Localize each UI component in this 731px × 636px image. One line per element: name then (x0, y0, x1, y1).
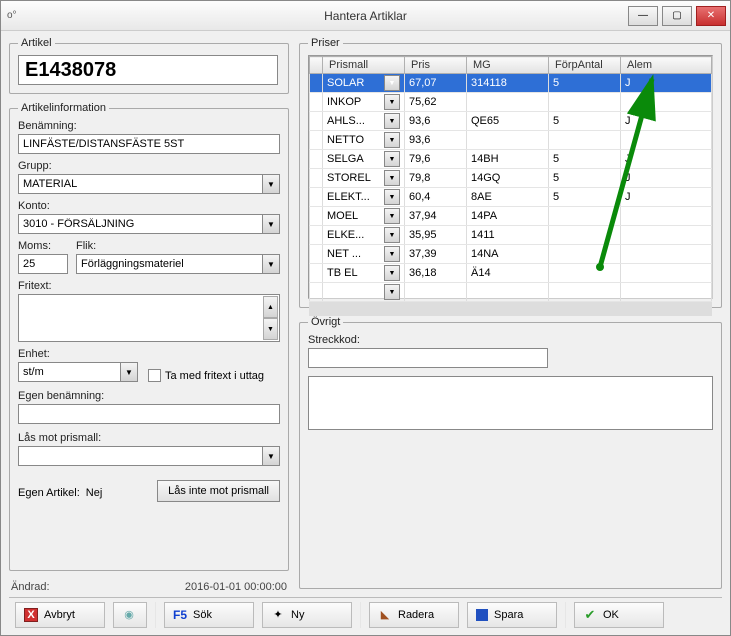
chevron-down-icon[interactable]: ▼ (384, 284, 400, 300)
chevron-down-icon[interactable]: ▼ (262, 215, 279, 233)
flik-combo[interactable]: Förläggningsmateriel ▼ (76, 254, 280, 274)
chevron-down-icon[interactable]: ▼ (384, 227, 400, 243)
benamning-input[interactable]: LINFÄSTE/DISTANSFÄSTE 5ST (18, 134, 280, 154)
ta-med-checkbox[interactable]: Ta med fritext i uttag (148, 369, 264, 382)
table-row[interactable]: ▼ (310, 283, 712, 302)
streckkod-label: Streckkod: (308, 334, 713, 346)
chevron-down-icon[interactable]: ▼ (384, 170, 400, 186)
radera-button[interactable]: ◣ Radera (369, 602, 459, 628)
konto-combo[interactable]: 3010 - FÖRSÄLJNING ▼ (18, 214, 280, 234)
grupp-label: Grupp: (18, 160, 280, 172)
streckkod-input[interactable] (308, 348, 548, 368)
benamning-label: Benämning: (18, 120, 280, 132)
table-row[interactable]: STOREL▼79,814GQ5J (310, 169, 712, 188)
eraser-icon: ◣ (378, 608, 392, 622)
konto-label: Konto: (18, 200, 280, 212)
close-button[interactable]: ✕ (696, 6, 726, 26)
database-icon: ◉ (122, 608, 136, 622)
enhet-combo[interactable]: st/m ▼ (18, 362, 138, 382)
egen-benamning-label: Egen benämning: (18, 390, 280, 402)
artikel-legend: Artikel (18, 37, 55, 49)
spin-down-icon[interactable]: ▼ (263, 318, 278, 340)
new-icon: ✦ (271, 608, 285, 622)
las-label: Lås mot prismall: (18, 432, 280, 444)
egen-artikel-readonly: Egen Artikel: Nej (18, 487, 102, 499)
enhet-label: Enhet: (18, 348, 138, 360)
table-header-row: Prismall Pris MG FörpAntal Alem (310, 57, 712, 74)
table-row[interactable]: MOEL▼37,9414PA (310, 207, 712, 226)
artikelinfo-legend: Artikelinformation (18, 102, 109, 114)
ovrigt-legend: Övrigt (308, 316, 343, 328)
save-icon (476, 609, 488, 621)
table-row[interactable]: SOLAR▼67,073141185J (310, 74, 712, 93)
chevron-down-icon[interactable]: ▼ (262, 447, 279, 465)
table-row[interactable]: AHLS...▼93,6QE655J (310, 112, 712, 131)
artikel-number-input[interactable]: E1438078 (18, 55, 278, 85)
chevron-down-icon[interactable]: ▼ (262, 175, 279, 193)
ovrigt-group: Övrigt Streckkod: (299, 316, 722, 589)
table-row[interactable]: ELKE...▼35,951411 (310, 226, 712, 245)
app-icon: o° (7, 10, 17, 21)
changed-row: Ändrad: 2016-01-01 00:00:00 (9, 579, 289, 597)
las-combo[interactable]: ▼ (18, 446, 280, 466)
maximize-button[interactable]: ▢ (662, 6, 692, 26)
chevron-down-icon[interactable]: ▼ (384, 189, 400, 205)
check-icon: ✔ (583, 608, 597, 622)
table-row[interactable]: ELEKT...▼60,48AE5J (310, 188, 712, 207)
moms-label: Moms: (18, 240, 68, 252)
chevron-down-icon[interactable]: ▼ (262, 255, 279, 273)
chevron-down-icon[interactable]: ▼ (384, 208, 400, 224)
ok-button[interactable]: ✔ OK (574, 602, 664, 628)
table-row[interactable]: NETTO▼93,6 (310, 131, 712, 150)
artikelinfo-group: Artikelinformation Benämning: LINFÄSTE/D… (9, 102, 289, 571)
chevron-down-icon[interactable]: ▼ (384, 113, 400, 129)
cancel-icon: X (24, 608, 38, 622)
chevron-down-icon[interactable]: ▼ (384, 151, 400, 167)
table-scrollbar[interactable] (309, 302, 712, 316)
minimize-button[interactable]: — (628, 6, 658, 26)
spara-button[interactable]: Spara (467, 602, 557, 628)
artikel-group: Artikel E1438078 (9, 37, 289, 94)
f5-icon: F5 (173, 608, 187, 622)
avbryt-button[interactable]: X Avbryt (15, 602, 105, 628)
chevron-down-icon[interactable]: ▼ (384, 246, 400, 262)
flik-label: Flik: (76, 240, 280, 252)
egen-benamning-input[interactable] (18, 404, 280, 424)
table-row[interactable]: SELGA▼79,614BH5J (310, 150, 712, 169)
chevron-down-icon[interactable]: ▼ (384, 94, 400, 110)
table-row[interactable]: NET ...▼37,3914NA (310, 245, 712, 264)
priser-legend: Priser (308, 37, 343, 49)
spin-up-icon[interactable]: ▲ (263, 296, 278, 318)
window-title: Hantera Artiklar (1, 9, 730, 23)
grupp-combo[interactable]: MATERIAL ▼ (18, 174, 280, 194)
window: o° Hantera Artiklar — ▢ ✕ Artikel E14380… (0, 0, 731, 636)
table-row[interactable]: INKOP▼75,62 (310, 93, 712, 112)
chevron-down-icon[interactable]: ▼ (384, 75, 400, 91)
moms-input[interactable]: 25 (18, 254, 68, 274)
chevron-down-icon[interactable]: ▼ (120, 363, 137, 381)
ny-button[interactable]: ✦ Ny (262, 602, 352, 628)
toolbar: X Avbryt ◉ F5 Sök ✦ Ny ◣ Radera Spa (9, 597, 722, 631)
fritext-label: Fritext: (18, 280, 280, 292)
db-button[interactable]: ◉ (113, 602, 147, 628)
chevron-down-icon[interactable]: ▼ (384, 265, 400, 281)
titlebar: o° Hantera Artiklar — ▢ ✕ (1, 1, 730, 31)
las-inte-button[interactable]: Lås inte mot prismall (157, 480, 280, 502)
sok-button[interactable]: F5 Sök (164, 602, 254, 628)
table-row[interactable]: TB EL▼36,18Ä14 (310, 264, 712, 283)
ovrigt-textarea[interactable] (308, 376, 713, 430)
chevron-down-icon[interactable]: ▼ (384, 132, 400, 148)
priser-table: Prismall Pris MG FörpAntal Alem SOLAR▼67… (308, 55, 713, 299)
fritext-input[interactable]: ▲ ▼ (18, 294, 280, 342)
priser-group: Priser Prismall Pris MG FörpAntal A (299, 37, 722, 308)
